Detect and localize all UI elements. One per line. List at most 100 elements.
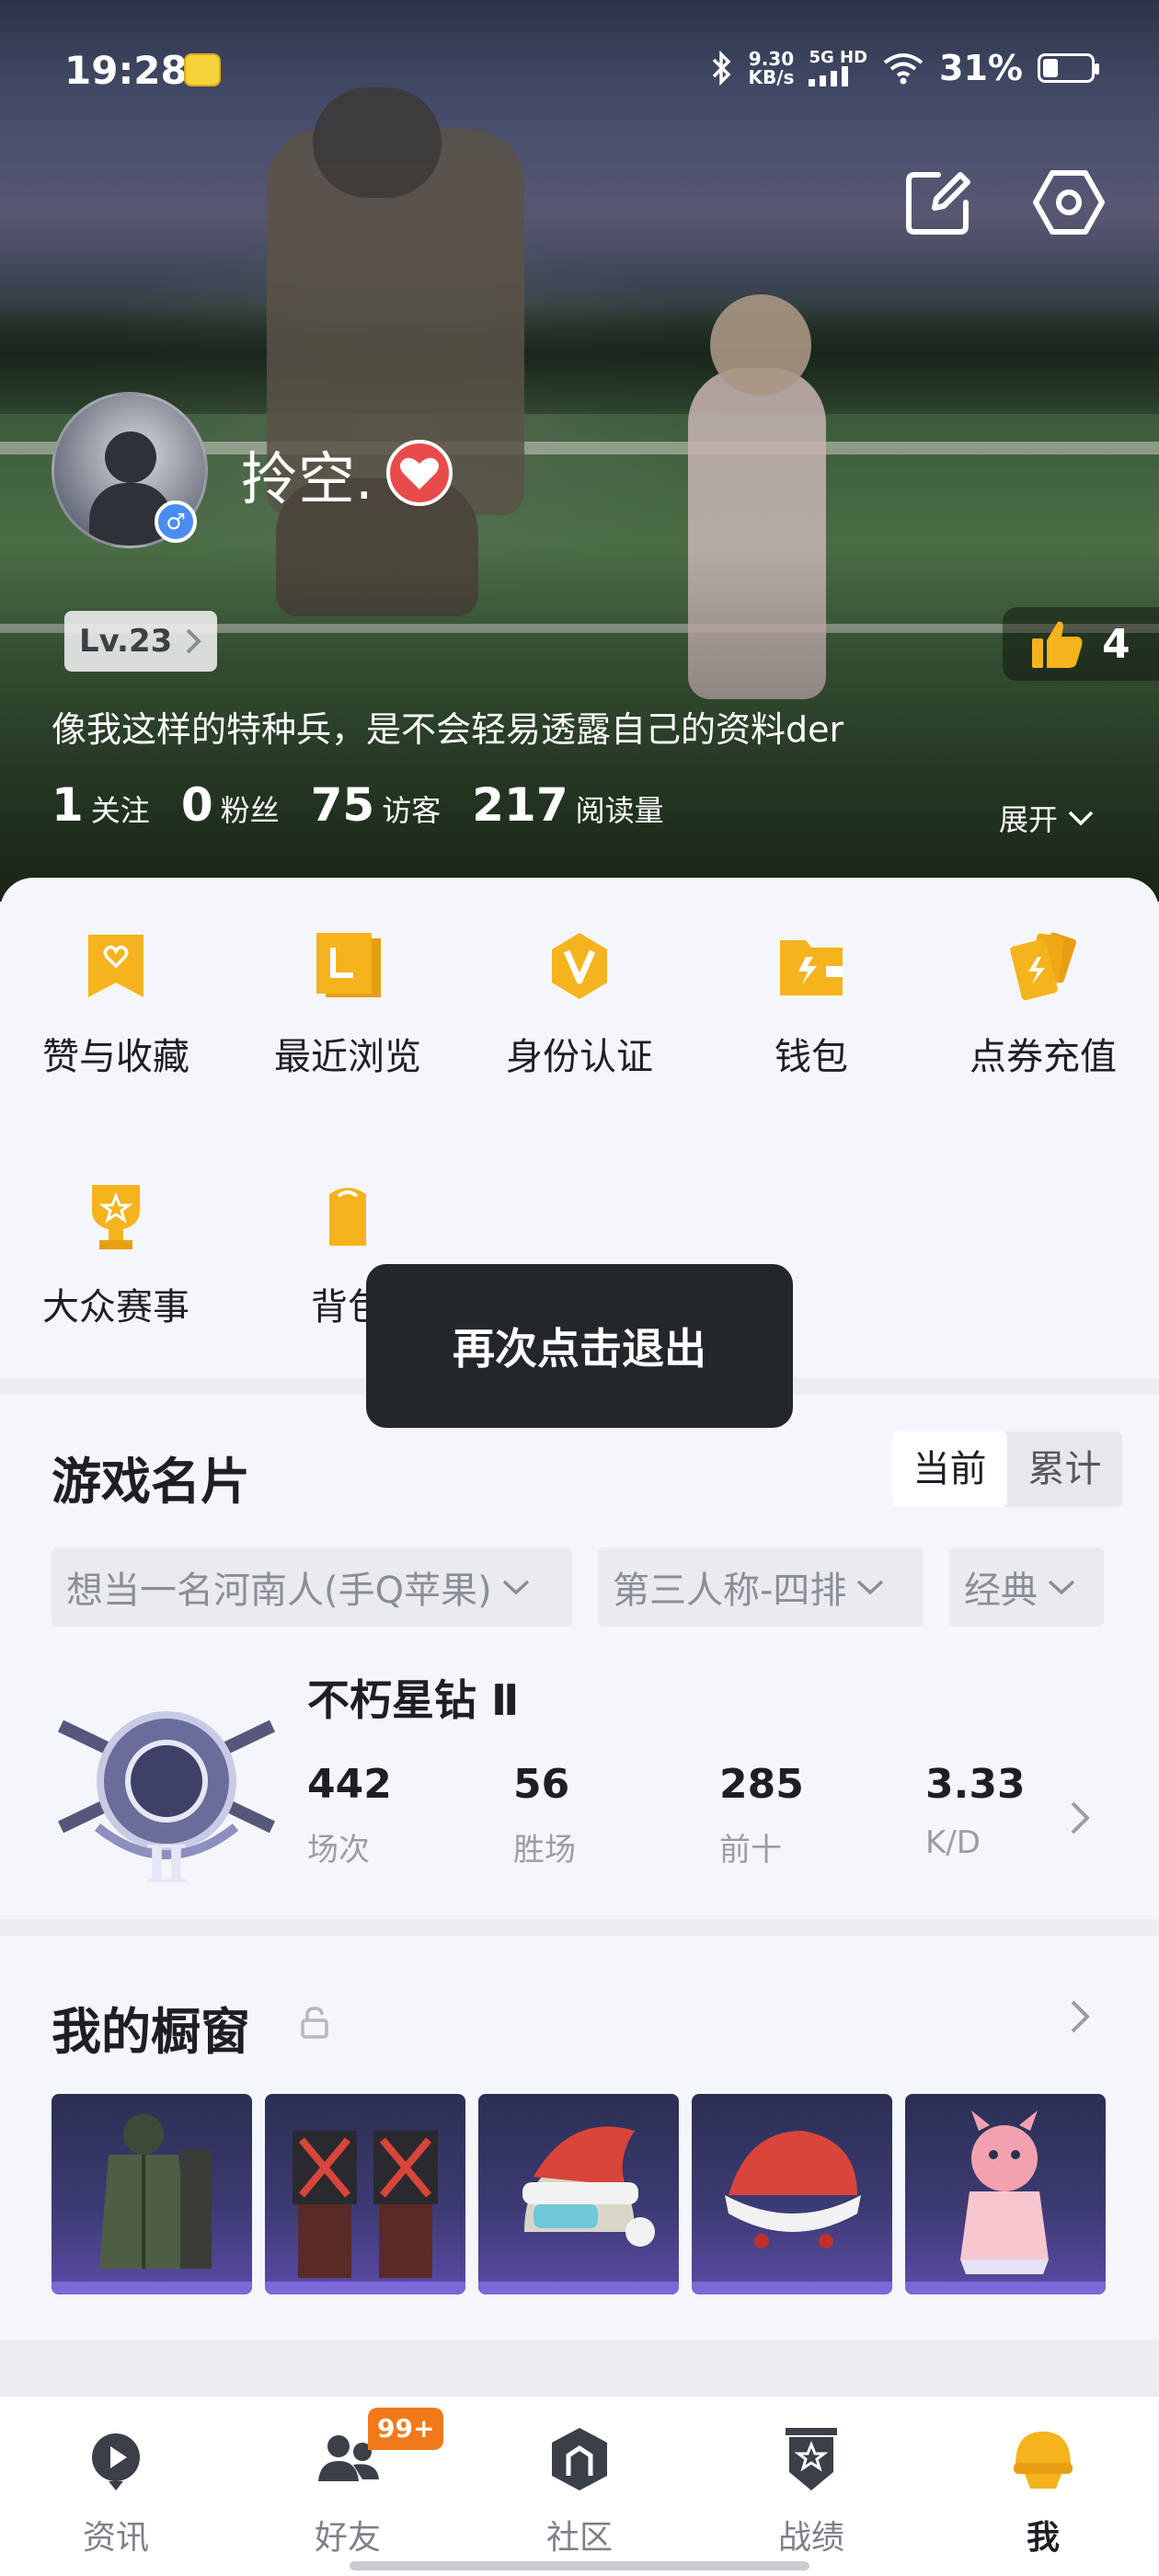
filter-server-value: 想当一名河南人(手Q苹果) (66, 1570, 492, 1612)
showcase-item[interactable] (478, 2094, 679, 2294)
menu-label: 赞与收藏 (42, 1036, 189, 1078)
me-helmet-icon (1014, 2432, 1073, 2489)
level-badge[interactable]: Lv.23 (64, 611, 217, 672)
nav-battle-record[interactable]: 战绩 (695, 2424, 927, 2559)
filter-map-type[interactable]: 经典 (949, 1547, 1104, 1627)
stat-followers[interactable]: 0 粉丝 (181, 778, 280, 832)
nav-news[interactable]: 资讯 (0, 2424, 232, 2559)
stat-value: 75 (310, 778, 375, 832)
menu-label: 钱包 (775, 1036, 848, 1078)
status-time: 19:28 (64, 48, 188, 93)
chevron-right-icon[interactable] (1069, 1998, 1091, 2035)
battle-record-icon (786, 2428, 837, 2490)
system-icons: 9.30 KB/s 5G HD 31% (710, 48, 1099, 88)
heart-badge-icon[interactable] (386, 440, 453, 506)
background-treeline (0, 304, 1159, 414)
settings-gear-icon[interactable] (1032, 166, 1106, 239)
menu-identity-verification[interactable]: 身份认证 (464, 929, 695, 1080)
menu-likes-favorites[interactable]: 赞与收藏 (0, 929, 232, 1080)
rank-stat-matches: 442 场次 (307, 1761, 392, 1869)
menu-public-events[interactable]: 大众赛事 (0, 1179, 232, 1330)
stat-value: 0 (180, 778, 213, 832)
bottom-navigation: 资讯 好友 99+ 社区 战绩 我 (0, 2396, 1159, 2576)
cellular-signal: 5G HD (809, 50, 867, 86)
nav-label: 资讯 (82, 2519, 149, 2557)
lock-icon (301, 2007, 328, 2039)
stat-following[interactable]: 1 关注 (52, 778, 150, 832)
stat-visitors[interactable]: 75 访客 (311, 778, 442, 832)
showcase-item[interactable] (265, 2094, 465, 2294)
rank-stat-value: 442 (307, 1761, 392, 1808)
background-figure-woman (688, 368, 826, 699)
coupon-cards-icon (1010, 932, 1076, 1001)
edit-profile-icon[interactable] (901, 166, 975, 239)
rank-emblem-icon: Ⅱ (57, 1711, 276, 1892)
battery-percent: 31% (939, 48, 1023, 88)
section-divider (0, 2340, 1159, 2396)
stat-reads[interactable]: 217 阅读量 (472, 778, 663, 832)
battery-level-fill (1043, 59, 1058, 77)
rank-stat-kd: 3.33 K/D (925, 1761, 1026, 1861)
network-speed-value: 9.30 (748, 48, 795, 70)
menu-recent-browsing[interactable]: 最近浏览 (232, 929, 464, 1080)
rank-stat-label: 前十 (719, 1832, 782, 1869)
chevron-right-icon (186, 628, 202, 654)
likes-count: 4 (1102, 620, 1130, 668)
game-card-title: 游戏名片 (52, 1453, 250, 1511)
filter-mode-value: 第三人称-四排 (613, 1570, 847, 1612)
segment-current[interactable]: 当前 (892, 1432, 1007, 1507)
network-type: 5G HD (809, 48, 868, 67)
recent-files-icon (316, 933, 381, 997)
green-coat-outfit-icon (99, 2114, 212, 2269)
stat-label: 粉丝 (220, 793, 280, 828)
chevron-right-icon[interactable] (1069, 1800, 1091, 1836)
wifi-icon (883, 53, 924, 85)
menu-coupon-topup[interactable]: 点券充值 (927, 929, 1159, 1080)
rank-stat-label: K/D (925, 1824, 981, 1861)
filter-map-value: 经典 (964, 1570, 1038, 1612)
rank-stat-label: 胜场 (513, 1832, 576, 1869)
backpack-icon (329, 1188, 366, 1246)
home-indicator[interactable] (350, 2561, 809, 2570)
rank-stat-top10: 285 前十 (719, 1761, 804, 1869)
likes-counter[interactable]: 4 (1003, 607, 1159, 681)
nav-community[interactable]: 社区 (464, 2424, 695, 2559)
expand-label: 展开 (998, 802, 1058, 837)
stat-value: 1 (52, 778, 84, 832)
menu-label: 大众赛事 (42, 1286, 189, 1328)
rank-stat-value: 3.33 (925, 1761, 1026, 1808)
filter-server[interactable]: 想当一名河南人(手Q苹果) (52, 1547, 572, 1627)
red-black-outfit-icon (293, 2131, 438, 2278)
stat-label: 访客 (382, 793, 442, 828)
segment-cumulative[interactable]: 累计 (1007, 1432, 1122, 1507)
chevron-down-icon (857, 1580, 884, 1595)
showcase-item[interactable] (905, 2094, 1106, 2294)
rank-stat-value: 56 (513, 1761, 570, 1808)
notification-app-icon (184, 53, 221, 86)
stats-segment-control: 当前 累计 (892, 1432, 1122, 1507)
battery-icon (1038, 53, 1099, 83)
showcase-item[interactable] (52, 2094, 252, 2294)
status-bar: 19:28 9.30 KB/s 5G HD 31% (0, 0, 1159, 138)
rank-stat-value: 285 (719, 1761, 804, 1808)
community-icon (552, 2428, 607, 2490)
male-gender-icon: ♂ (155, 500, 197, 543)
menu-wallet[interactable]: 钱包 (695, 929, 927, 1080)
nav-me[interactable]: 我 (927, 2424, 1159, 2559)
nav-label: 战绩 (777, 2519, 844, 2557)
filter-mode[interactable]: 第三人称-四排 (598, 1547, 924, 1627)
network-speed: 9.30 KB/s (749, 50, 795, 86)
news-play-icon (92, 2433, 140, 2490)
showcase-title: 我的橱窗 (52, 2003, 250, 2061)
showcase-item[interactable] (692, 2094, 892, 2294)
menu-label: 最近浏览 (274, 1036, 421, 1078)
rank-stat-label: 场次 (307, 1832, 370, 1869)
background-figure-woman-head (710, 294, 811, 396)
wallet-icon (780, 940, 843, 995)
menu-label: 点券充值 (970, 1036, 1117, 1078)
profile-signature: 像我这样的特种兵，是不会轻易透露自己的资料der (52, 709, 844, 750)
section-divider (0, 1919, 1159, 1936)
stat-label: 阅读量 (575, 793, 664, 828)
nav-label: 好友 (314, 2519, 381, 2557)
expand-button[interactable]: 展开 (999, 797, 1095, 839)
